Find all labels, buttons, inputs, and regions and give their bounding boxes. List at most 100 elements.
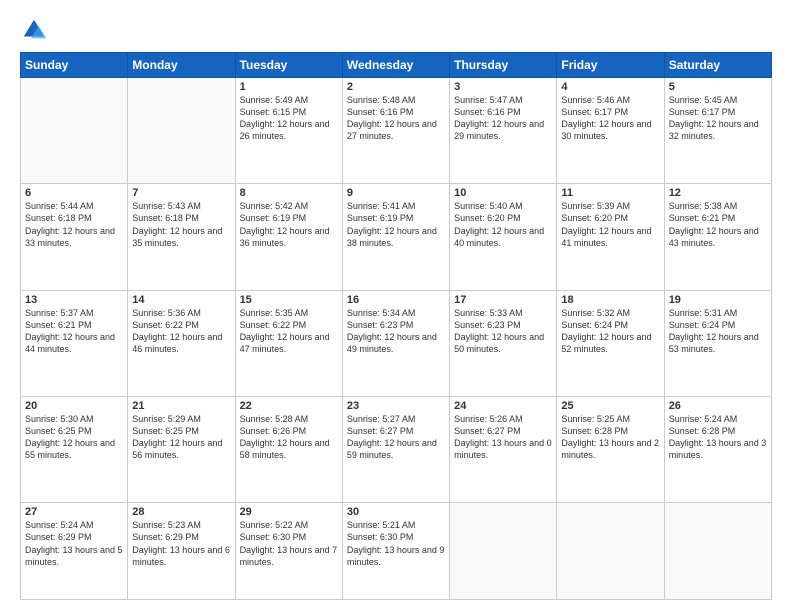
day-number: 27: [25, 506, 123, 518]
day-info: Sunrise: 5:22 AM Sunset: 6:30 PM Dayligh…: [240, 519, 338, 568]
calendar-cell: [128, 78, 235, 184]
calendar-header-thursday: Thursday: [450, 53, 557, 78]
calendar-cell: 28Sunrise: 5:23 AM Sunset: 6:29 PM Dayli…: [128, 503, 235, 600]
day-info: Sunrise: 5:45 AM Sunset: 6:17 PM Dayligh…: [669, 94, 767, 143]
day-info: Sunrise: 5:24 AM Sunset: 6:28 PM Dayligh…: [669, 413, 767, 462]
calendar-cell: 4Sunrise: 5:46 AM Sunset: 6:17 PM Daylig…: [557, 78, 664, 184]
calendar-cell: 18Sunrise: 5:32 AM Sunset: 6:24 PM Dayli…: [557, 290, 664, 396]
day-number: 10: [454, 187, 552, 199]
calendar-cell: 5Sunrise: 5:45 AM Sunset: 6:17 PM Daylig…: [664, 78, 771, 184]
day-number: 1: [240, 81, 338, 93]
day-info: Sunrise: 5:48 AM Sunset: 6:16 PM Dayligh…: [347, 94, 445, 143]
calendar-table: SundayMondayTuesdayWednesdayThursdayFrid…: [20, 52, 772, 600]
calendar-cell: [557, 503, 664, 600]
calendar-cell: 3Sunrise: 5:47 AM Sunset: 6:16 PM Daylig…: [450, 78, 557, 184]
day-info: Sunrise: 5:31 AM Sunset: 6:24 PM Dayligh…: [669, 307, 767, 356]
day-number: 4: [561, 81, 659, 93]
day-info: Sunrise: 5:47 AM Sunset: 6:16 PM Dayligh…: [454, 94, 552, 143]
calendar-week-4: 20Sunrise: 5:30 AM Sunset: 6:25 PM Dayli…: [21, 396, 772, 502]
calendar-header-sunday: Sunday: [21, 53, 128, 78]
day-number: 14: [132, 294, 230, 306]
day-number: 23: [347, 400, 445, 412]
day-number: 15: [240, 294, 338, 306]
calendar-cell: 11Sunrise: 5:39 AM Sunset: 6:20 PM Dayli…: [557, 184, 664, 290]
calendar-cell: 29Sunrise: 5:22 AM Sunset: 6:30 PM Dayli…: [235, 503, 342, 600]
day-number: 30: [347, 506, 445, 518]
day-info: Sunrise: 5:40 AM Sunset: 6:20 PM Dayligh…: [454, 200, 552, 249]
calendar-cell: 2Sunrise: 5:48 AM Sunset: 6:16 PM Daylig…: [342, 78, 449, 184]
day-info: Sunrise: 5:28 AM Sunset: 6:26 PM Dayligh…: [240, 413, 338, 462]
calendar-cell: 25Sunrise: 5:25 AM Sunset: 6:28 PM Dayli…: [557, 396, 664, 502]
day-info: Sunrise: 5:27 AM Sunset: 6:27 PM Dayligh…: [347, 413, 445, 462]
calendar-cell: 23Sunrise: 5:27 AM Sunset: 6:27 PM Dayli…: [342, 396, 449, 502]
calendar-header-tuesday: Tuesday: [235, 53, 342, 78]
day-number: 26: [669, 400, 767, 412]
calendar-week-2: 6Sunrise: 5:44 AM Sunset: 6:18 PM Daylig…: [21, 184, 772, 290]
day-info: Sunrise: 5:21 AM Sunset: 6:30 PM Dayligh…: [347, 519, 445, 568]
day-info: Sunrise: 5:32 AM Sunset: 6:24 PM Dayligh…: [561, 307, 659, 356]
calendar-header-wednesday: Wednesday: [342, 53, 449, 78]
day-info: Sunrise: 5:38 AM Sunset: 6:21 PM Dayligh…: [669, 200, 767, 249]
day-number: 19: [669, 294, 767, 306]
calendar-cell: 10Sunrise: 5:40 AM Sunset: 6:20 PM Dayli…: [450, 184, 557, 290]
calendar-cell: 24Sunrise: 5:26 AM Sunset: 6:27 PM Dayli…: [450, 396, 557, 502]
calendar-header-row: SundayMondayTuesdayWednesdayThursdayFrid…: [21, 53, 772, 78]
day-number: 18: [561, 294, 659, 306]
calendar-cell: 15Sunrise: 5:35 AM Sunset: 6:22 PM Dayli…: [235, 290, 342, 396]
day-number: 6: [25, 187, 123, 199]
calendar-cell: 22Sunrise: 5:28 AM Sunset: 6:26 PM Dayli…: [235, 396, 342, 502]
day-info: Sunrise: 5:29 AM Sunset: 6:25 PM Dayligh…: [132, 413, 230, 462]
day-number: 5: [669, 81, 767, 93]
day-number: 21: [132, 400, 230, 412]
day-info: Sunrise: 5:34 AM Sunset: 6:23 PM Dayligh…: [347, 307, 445, 356]
day-number: 2: [347, 81, 445, 93]
calendar-cell: 12Sunrise: 5:38 AM Sunset: 6:21 PM Dayli…: [664, 184, 771, 290]
calendar-cell: 26Sunrise: 5:24 AM Sunset: 6:28 PM Dayli…: [664, 396, 771, 502]
day-info: Sunrise: 5:44 AM Sunset: 6:18 PM Dayligh…: [25, 200, 123, 249]
day-info: Sunrise: 5:30 AM Sunset: 6:25 PM Dayligh…: [25, 413, 123, 462]
day-info: Sunrise: 5:41 AM Sunset: 6:19 PM Dayligh…: [347, 200, 445, 249]
day-info: Sunrise: 5:23 AM Sunset: 6:29 PM Dayligh…: [132, 519, 230, 568]
calendar-week-5: 27Sunrise: 5:24 AM Sunset: 6:29 PM Dayli…: [21, 503, 772, 600]
calendar-cell: [450, 503, 557, 600]
calendar-cell: 19Sunrise: 5:31 AM Sunset: 6:24 PM Dayli…: [664, 290, 771, 396]
day-number: 13: [25, 294, 123, 306]
calendar-cell: 7Sunrise: 5:43 AM Sunset: 6:18 PM Daylig…: [128, 184, 235, 290]
day-number: 22: [240, 400, 338, 412]
day-info: Sunrise: 5:46 AM Sunset: 6:17 PM Dayligh…: [561, 94, 659, 143]
day-number: 17: [454, 294, 552, 306]
day-number: 9: [347, 187, 445, 199]
calendar-cell: 21Sunrise: 5:29 AM Sunset: 6:25 PM Dayli…: [128, 396, 235, 502]
calendar-week-1: 1Sunrise: 5:49 AM Sunset: 6:15 PM Daylig…: [21, 78, 772, 184]
day-number: 28: [132, 506, 230, 518]
calendar-header-saturday: Saturday: [664, 53, 771, 78]
calendar-cell: 13Sunrise: 5:37 AM Sunset: 6:21 PM Dayli…: [21, 290, 128, 396]
calendar-cell: 20Sunrise: 5:30 AM Sunset: 6:25 PM Dayli…: [21, 396, 128, 502]
calendar-cell: [664, 503, 771, 600]
calendar-cell: 9Sunrise: 5:41 AM Sunset: 6:19 PM Daylig…: [342, 184, 449, 290]
logo-icon: [20, 16, 48, 44]
day-number: 11: [561, 187, 659, 199]
logo: [20, 16, 52, 44]
header: [20, 16, 772, 44]
day-number: 3: [454, 81, 552, 93]
day-info: Sunrise: 5:35 AM Sunset: 6:22 PM Dayligh…: [240, 307, 338, 356]
day-number: 12: [669, 187, 767, 199]
calendar-cell: 30Sunrise: 5:21 AM Sunset: 6:30 PM Dayli…: [342, 503, 449, 600]
day-info: Sunrise: 5:33 AM Sunset: 6:23 PM Dayligh…: [454, 307, 552, 356]
calendar-header-monday: Monday: [128, 53, 235, 78]
day-info: Sunrise: 5:26 AM Sunset: 6:27 PM Dayligh…: [454, 413, 552, 462]
page: SundayMondayTuesdayWednesdayThursdayFrid…: [0, 0, 792, 612]
calendar-cell: 6Sunrise: 5:44 AM Sunset: 6:18 PM Daylig…: [21, 184, 128, 290]
day-number: 7: [132, 187, 230, 199]
day-number: 8: [240, 187, 338, 199]
calendar-cell: 14Sunrise: 5:36 AM Sunset: 6:22 PM Dayli…: [128, 290, 235, 396]
calendar-cell: 27Sunrise: 5:24 AM Sunset: 6:29 PM Dayli…: [21, 503, 128, 600]
day-number: 16: [347, 294, 445, 306]
day-info: Sunrise: 5:39 AM Sunset: 6:20 PM Dayligh…: [561, 200, 659, 249]
day-number: 25: [561, 400, 659, 412]
day-info: Sunrise: 5:24 AM Sunset: 6:29 PM Dayligh…: [25, 519, 123, 568]
calendar-cell: 17Sunrise: 5:33 AM Sunset: 6:23 PM Dayli…: [450, 290, 557, 396]
day-info: Sunrise: 5:49 AM Sunset: 6:15 PM Dayligh…: [240, 94, 338, 143]
day-number: 29: [240, 506, 338, 518]
